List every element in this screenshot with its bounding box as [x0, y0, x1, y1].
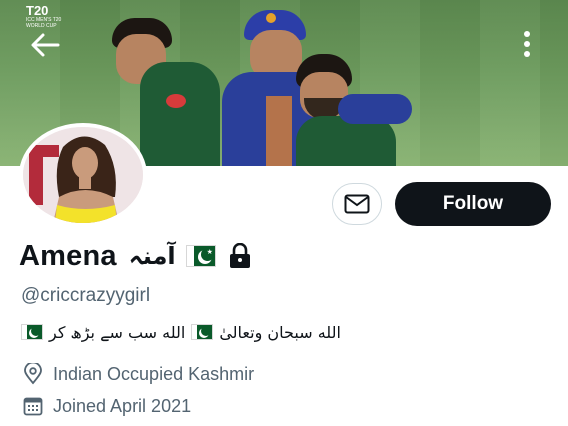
- profile-handle: @criccrazyygirl: [21, 285, 151, 306]
- more-options-button[interactable]: [512, 26, 542, 62]
- banner-figure-left-body: [140, 62, 220, 166]
- lock-icon: [228, 243, 252, 269]
- banner-figure-center-arm: [338, 94, 412, 124]
- message-button[interactable]: [332, 183, 382, 225]
- urdu-name: آمنہ: [128, 242, 176, 270]
- profile-location: Indian Occupied Kashmir: [21, 362, 254, 386]
- calendar-icon: [21, 394, 45, 418]
- back-arrow-icon: [31, 33, 60, 57]
- pakistan-flag-icon: [21, 324, 43, 340]
- bio-text-part-2: الله سب سے بڑھ کر: [49, 322, 186, 342]
- banner-figure-center-stripe: [266, 96, 292, 166]
- more-vertical-icon: [524, 31, 530, 57]
- display-name: Amena: [19, 239, 117, 272]
- pakistan-flag-icon: ★: [185, 245, 216, 267]
- profile-name-row: Amena آمنہ ★: [19, 238, 252, 274]
- banner-figure-center-cap-badge: [266, 13, 276, 23]
- pakistan-flag-icon: [191, 324, 214, 340]
- profile-avatar[interactable]: [19, 123, 147, 227]
- profile-joined-date: Joined April 2021: [21, 394, 191, 418]
- profile-bio: الله سب سے بڑھ کر الله سبحان وتعالیٰ: [21, 318, 411, 346]
- follow-button[interactable]: Follow: [395, 182, 551, 226]
- avatar-image: [23, 127, 143, 223]
- envelope-icon: [344, 194, 370, 214]
- location-pin-icon: [21, 362, 45, 386]
- back-button[interactable]: [28, 28, 62, 62]
- location-text: Indian Occupied Kashmir: [53, 363, 255, 384]
- joined-text: Joined April 2021: [53, 395, 192, 416]
- banner-figure-left-logo: [166, 94, 186, 108]
- bio-text-part-1: الله سبحان وتعالیٰ: [219, 322, 341, 342]
